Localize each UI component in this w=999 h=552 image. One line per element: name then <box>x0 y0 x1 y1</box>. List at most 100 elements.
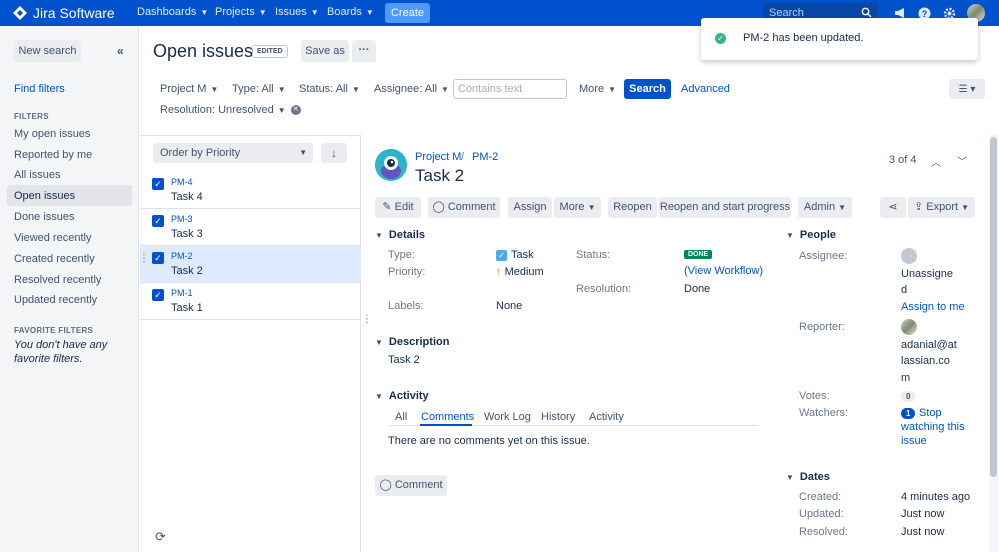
export-label: Export <box>926 201 959 213</box>
tab-work-log[interactable]: Work Log <box>484 411 531 423</box>
create-button[interactable]: Create <box>385 3 430 23</box>
chevron-down-icon: ▼ <box>838 203 847 212</box>
stop-watching-link-line3[interactable]: issue <box>901 435 927 447</box>
search-button[interactable]: Search <box>624 79 671 99</box>
tab-history[interactable]: History <box>541 411 575 423</box>
breadcrumb-project[interactable]: Project M <box>415 151 461 163</box>
status-filter[interactable]: Status: All ▼ <box>299 83 360 95</box>
success-toast: ✓ PM-2 has been updated. <box>701 18 978 60</box>
type-value: ✓ Task <box>496 249 534 261</box>
more-workflow-button[interactable]: More ▼ <box>554 197 601 218</box>
previous-issue-chevron-up-icon[interactable]: ︿ <box>931 154 941 169</box>
issue-key[interactable]: PM-3 <box>171 214 193 224</box>
save-as-button[interactable]: Save as <box>301 40 349 62</box>
unassigned-avatar <box>901 248 917 264</box>
find-filters-link[interactable]: Find filters <box>14 83 65 95</box>
contains-text-input[interactable]: Contains text <box>453 79 567 99</box>
table-row[interactable]: ✓ PM-4 Task 4 <box>140 172 361 209</box>
assign-button[interactable]: Assign <box>508 197 552 218</box>
status-filter-label: Status: All <box>299 83 348 95</box>
share-button[interactable]: ⋖ <box>880 197 906 218</box>
nav-dashboards[interactable]: Dashboards ▼ <box>137 6 208 18</box>
edit-button[interactable]: ✎ Edit <box>375 197 421 218</box>
nav-issues[interactable]: Issues ▼ <box>275 6 319 18</box>
search-icon <box>861 7 872 18</box>
detail-scrollbar-thumb[interactable] <box>990 137 997 477</box>
details-section-toggle[interactable]: ▼ Details <box>375 229 425 241</box>
stop-watching-link-line2[interactable]: watching this <box>901 421 965 433</box>
view-layout-toggle[interactable]: ☰ ▾ <box>949 79 985 99</box>
row-drag-handle-icon[interactable]: ⋮ <box>139 254 149 264</box>
stop-watching-link-line1[interactable]: Stop <box>919 407 942 419</box>
priority-medium-arrow-icon: ↑ <box>496 266 502 278</box>
table-row[interactable]: ✓ PM-3 Task 3 <box>140 209 361 246</box>
resolved-label: Resolved: <box>799 526 848 538</box>
sort-direction-button[interactable]: ↓ <box>321 143 347 163</box>
add-comment-button[interactable]: ◯ Comment <box>375 475 447 496</box>
share-icon: ⋖ <box>888 201 898 213</box>
type-filter[interactable]: Type: All ▼ <box>232 83 286 95</box>
filter-open-issues[interactable]: Open issues <box>14 190 75 202</box>
filter-all-issues[interactable]: All issues <box>14 169 60 181</box>
filter-created-recently[interactable]: Created recently <box>14 253 95 265</box>
activity-section-toggle[interactable]: ▼ Activity <box>375 390 429 402</box>
description-section-toggle[interactable]: ▼ Description <box>375 336 449 348</box>
assignee-filter[interactable]: Assignee: All ▼ <box>374 83 449 95</box>
nav-projects[interactable]: Projects ▼ <box>215 6 267 18</box>
new-search-button[interactable]: New search <box>14 40 81 62</box>
issue-key[interactable]: PM-4 <box>171 177 193 187</box>
watchers-count-badge[interactable]: 1 <box>901 408 916 419</box>
breadcrumb-issue-key[interactable]: PM-2 <box>472 151 498 163</box>
issue-key[interactable]: PM-2 <box>171 251 193 261</box>
filter-viewed-recently[interactable]: Viewed recently <box>14 232 91 244</box>
admin-button[interactable]: Admin ▼ <box>798 197 852 218</box>
collapse-sidebar-icon[interactable]: « <box>117 44 124 58</box>
advanced-search-link[interactable]: Advanced <box>681 83 730 95</box>
tab-all[interactable]: All <box>395 411 407 423</box>
description-text[interactable]: Task 2 <box>388 354 420 366</box>
comment-button[interactable]: ◯ Comment <box>428 197 500 218</box>
reopen-start-progress-button[interactable]: Reopen and start progress <box>659 197 791 218</box>
priority-label: Priority: <box>388 266 426 278</box>
view-workflow-link[interactable]: (View Workflow) <box>684 265 763 277</box>
resolution-filter[interactable]: Resolution: Unresolved ▼ ✕ <box>160 104 301 116</box>
chevron-down-icon: ▼ <box>258 7 267 17</box>
chevron-down-icon: ▼ <box>277 84 286 94</box>
nav-boards[interactable]: Boards ▼ <box>327 6 374 18</box>
filter-resolved-recently[interactable]: Resolved recently <box>14 274 101 286</box>
success-check-icon: ✓ <box>715 33 726 44</box>
chevron-down-icon: ▼ <box>608 84 616 94</box>
reopen-button[interactable]: Reopen <box>608 197 657 218</box>
filter-reported-by-me[interactable]: Reported by me <box>14 149 92 161</box>
type-label: Type: <box>388 249 415 261</box>
table-row[interactable]: ✓ PM-1 Task 1 <box>140 283 361 320</box>
tab-comments[interactable]: Comments <box>421 411 474 423</box>
more-actions-button[interactable]: ··· <box>352 40 376 62</box>
filter-done-issues[interactable]: Done issues <box>14 211 75 223</box>
votes-label: Votes: <box>799 390 830 402</box>
order-by-dropdown[interactable]: Order by Priority ▼ <box>153 143 313 163</box>
filter-updated-recently[interactable]: Updated recently <box>14 294 97 306</box>
filter-my-open-issues[interactable]: My open issues <box>14 128 90 140</box>
dates-section-toggle[interactable]: ▼ Dates <box>786 471 830 483</box>
project-filter[interactable]: Project M ▼ <box>160 83 218 95</box>
clear-filter-icon[interactable]: ✕ <box>290 105 301 115</box>
assign-to-me-link[interactable]: Assign to me <box>901 301 965 313</box>
next-issue-chevron-down-icon[interactable]: ﹀ <box>957 153 967 168</box>
favorite-empty-line1: You don't have any <box>14 339 108 351</box>
issue-key[interactable]: PM-1 <box>171 288 193 298</box>
votes-count-badge[interactable]: 0 <box>901 391 916 402</box>
task-type-icon: ✓ <box>496 249 507 261</box>
pane-resize-handle-icon[interactable]: ⋮ <box>362 315 372 325</box>
jira-logo[interactable]: Jira Software <box>12 4 115 22</box>
refresh-icon[interactable]: ⟳ <box>155 529 166 545</box>
pencil-icon: ✎ <box>382 201 392 213</box>
people-section-toggle[interactable]: ▼ People <box>786 229 836 241</box>
tab-activity[interactable]: Activity <box>589 411 624 423</box>
chevron-down-icon: ▼ <box>351 84 360 94</box>
created-label: Created: <box>799 491 842 503</box>
export-button[interactable]: ⇪ Export ▼ <box>908 197 975 218</box>
more-filters-dropdown[interactable]: More ▼ <box>579 83 616 95</box>
comment-bubble-icon: ◯ <box>432 201 445 213</box>
table-row-selected[interactable]: ✓ PM-2 Task 2 <box>140 246 361 283</box>
